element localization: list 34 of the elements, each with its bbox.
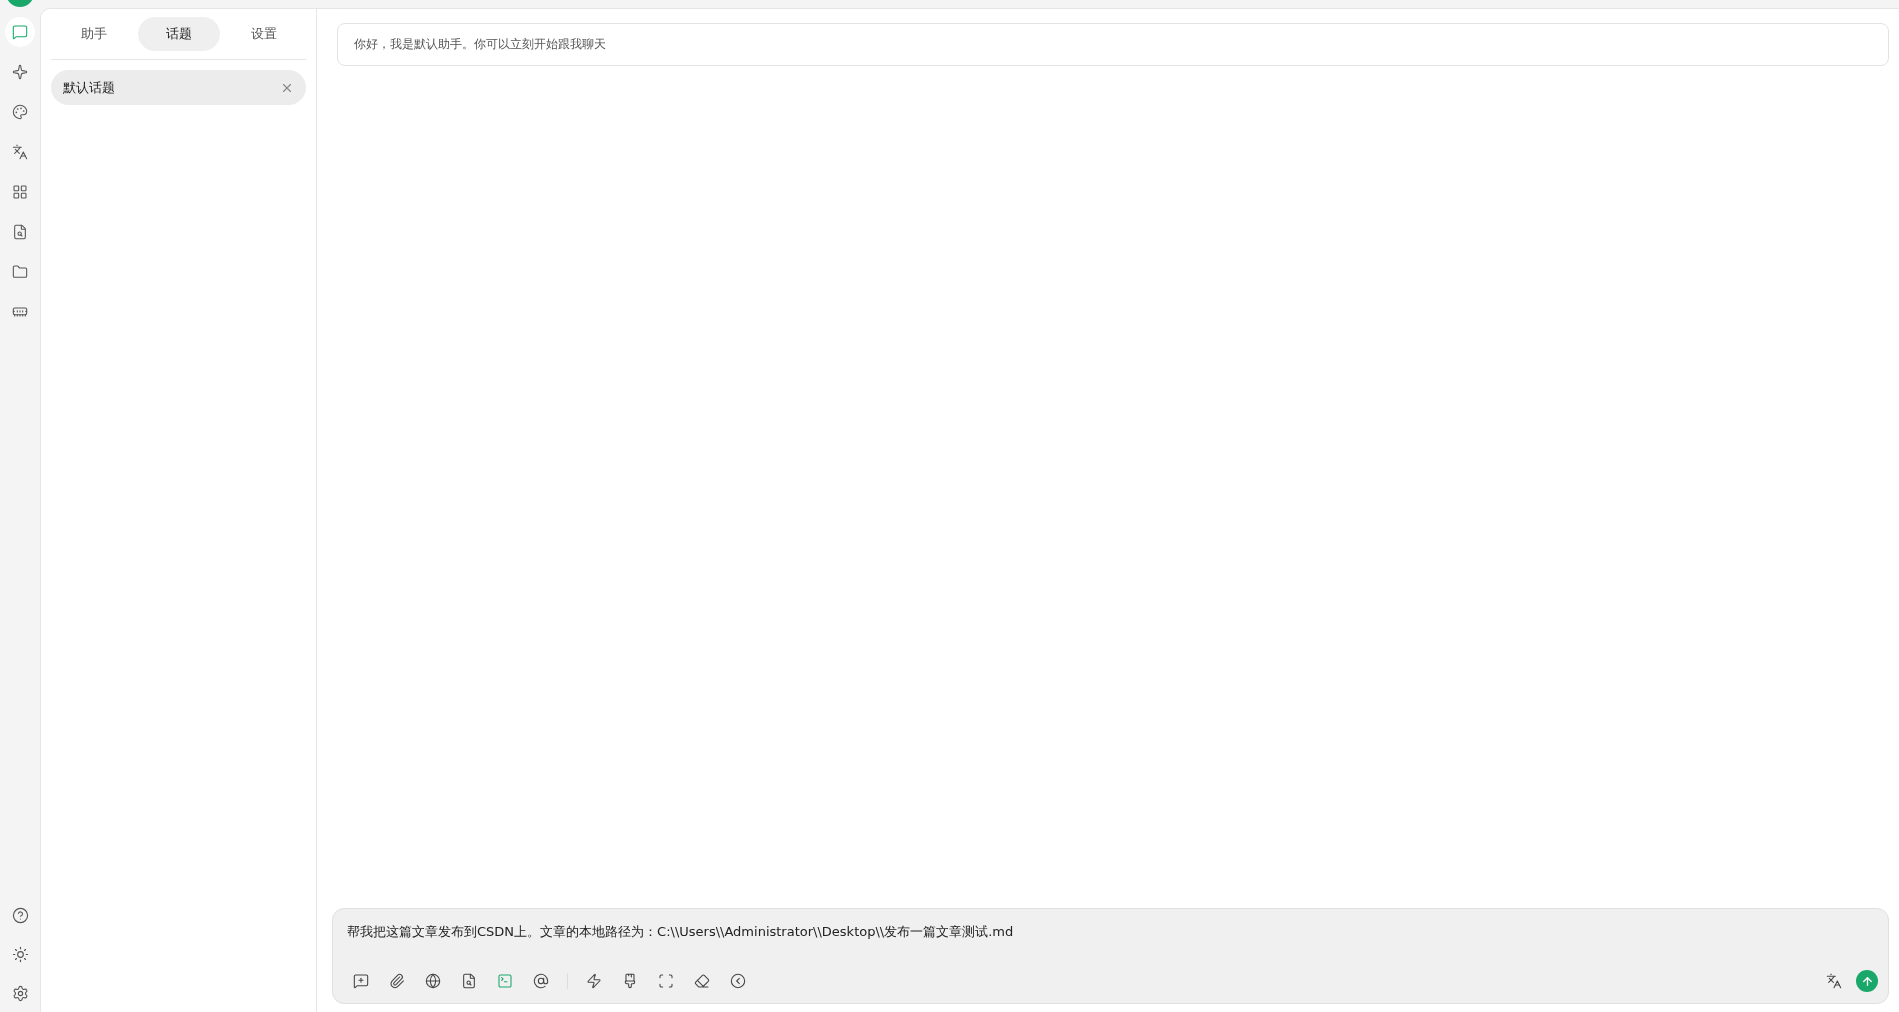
file-search-icon bbox=[12, 224, 28, 240]
tab[interactable]: 助手 bbox=[52, 17, 135, 51]
fullscreen-icon bbox=[658, 973, 674, 989]
arrow-up-icon bbox=[1860, 974, 1874, 988]
chat-nav-button[interactable] bbox=[5, 17, 35, 47]
message-composer[interactable]: 帮我把这篇文章发布到CSDN上。文章的本地路径为：C:\\Users\\Administrator\\Desktop\\发布一篇文章测试.md bbox=[332, 908, 1889, 1004]
chat-icon bbox=[12, 24, 28, 40]
globe-icon bbox=[425, 973, 441, 989]
palette-icon bbox=[12, 104, 28, 120]
assistant-message: 你好，我是默认助手。你可以立刻开始跟我聊天 bbox=[337, 23, 1889, 66]
memory-icon bbox=[12, 304, 28, 320]
translate-icon bbox=[1826, 973, 1842, 989]
tab[interactable]: 话题 bbox=[137, 17, 220, 51]
at-sign-icon bbox=[533, 973, 549, 989]
new-topic-icon bbox=[353, 973, 369, 989]
brush-icon bbox=[622, 973, 638, 989]
topic-title: 默认话题 bbox=[63, 78, 115, 97]
topic-item[interactable]: 默认话题 bbox=[51, 70, 306, 105]
lightning-icon bbox=[586, 973, 602, 989]
translate-icon bbox=[12, 144, 28, 160]
grid-icon bbox=[12, 184, 28, 200]
send-button[interactable] bbox=[1856, 970, 1878, 992]
file-search-icon bbox=[461, 973, 477, 989]
help-icon[interactable] bbox=[11, 907, 29, 924]
message-input[interactable]: 帮我把这篇文章发布到CSDN上。文章的本地路径为：C:\\Users\\Administrator\\Desktop\\发布一篇文章测试.md bbox=[347, 923, 1878, 967]
folder-icon bbox=[12, 264, 28, 280]
settings-icon[interactable] bbox=[11, 985, 29, 1002]
eraser-icon bbox=[694, 973, 710, 989]
collapse-icon bbox=[730, 973, 746, 989]
terminal-icon bbox=[497, 973, 513, 989]
paperclip-icon bbox=[389, 973, 405, 989]
sparkle-icon bbox=[12, 64, 28, 80]
sun-icon[interactable] bbox=[11, 946, 29, 963]
tab[interactable]: 设置 bbox=[222, 17, 305, 51]
